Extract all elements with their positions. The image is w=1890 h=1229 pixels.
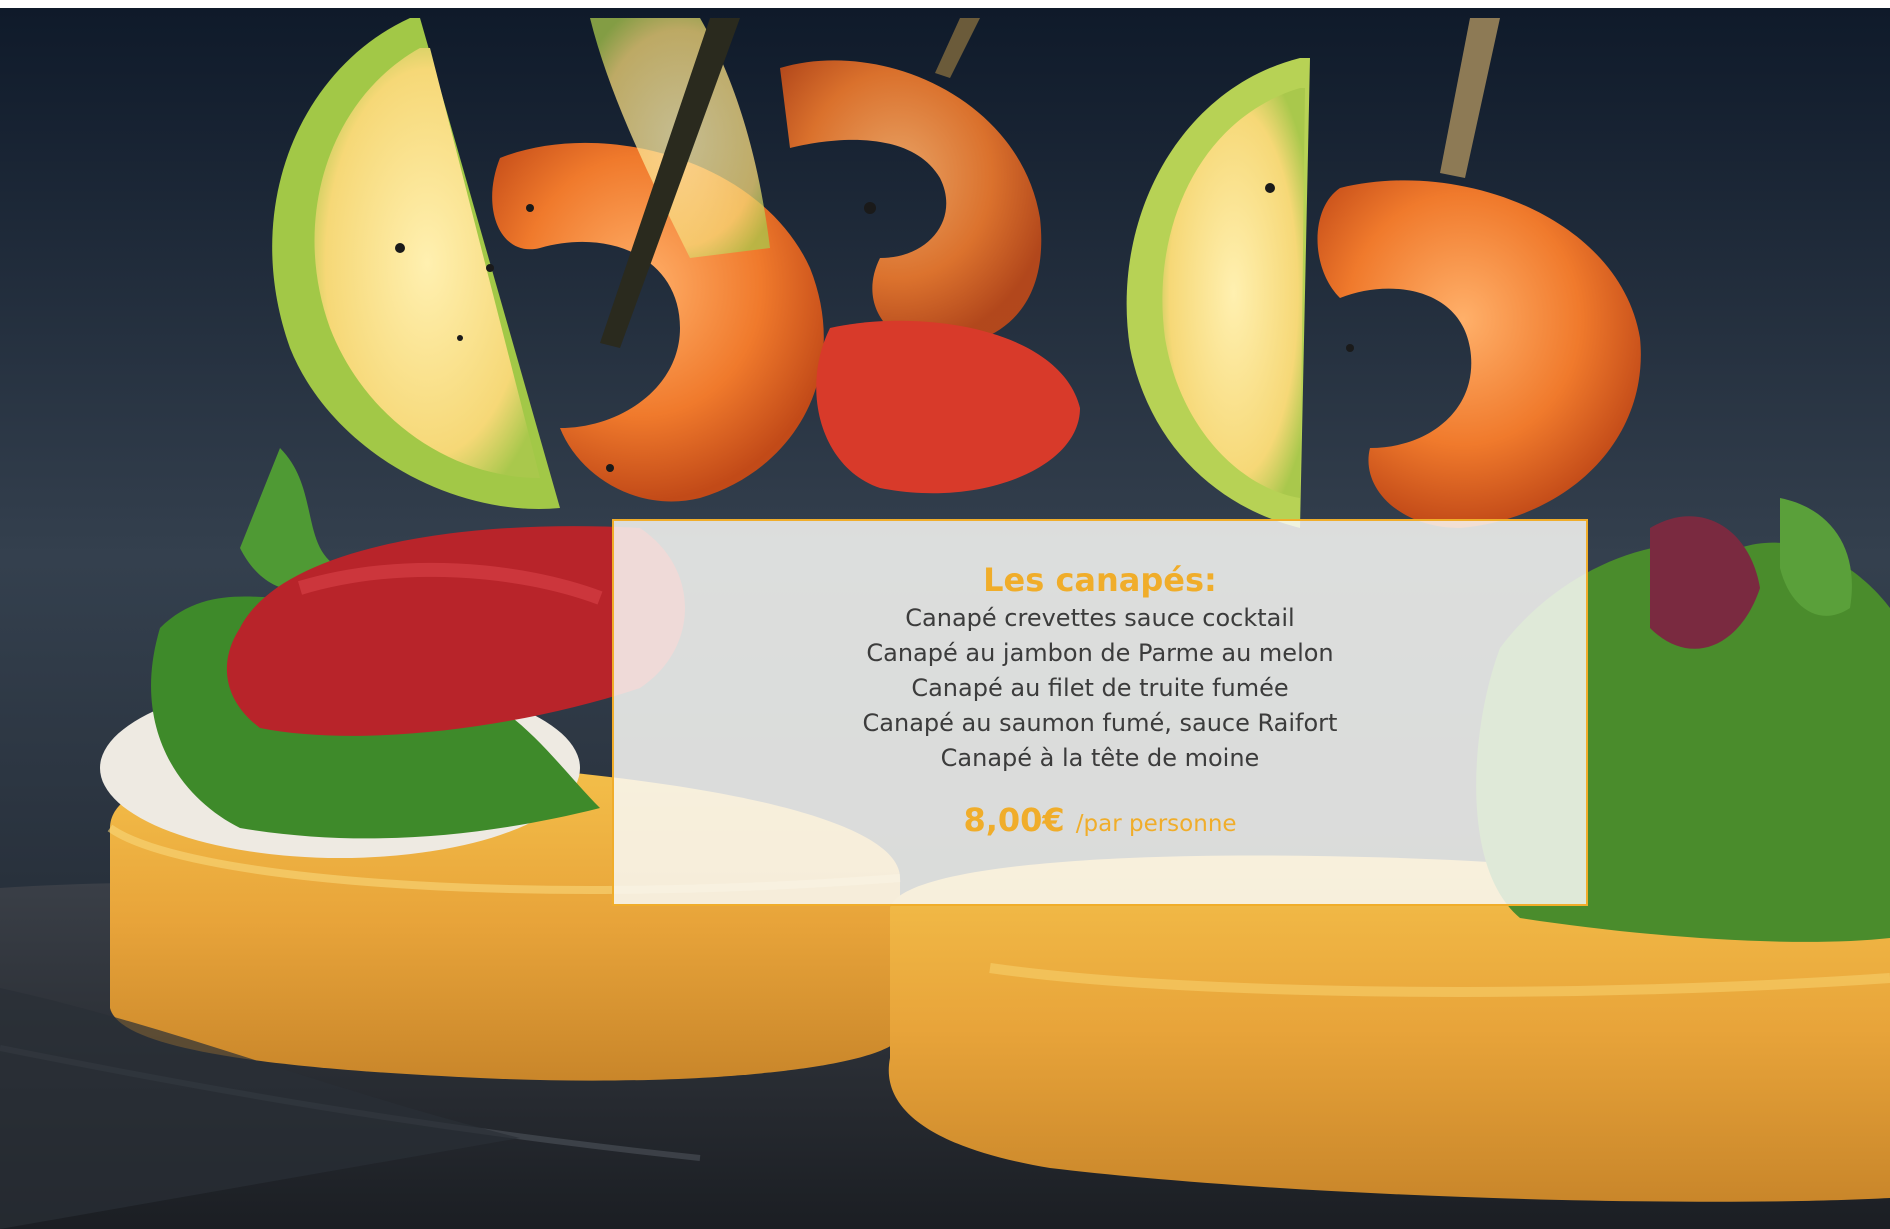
menu-item: Canapé au jambon de Parme au melon [866, 639, 1334, 667]
menu-item: Canapé à la tête de moine [940, 744, 1260, 772]
price-unit: /par personne [1075, 811, 1237, 837]
price-line: 8,00€ /par personne [614, 800, 1586, 846]
menu-item: Canapé crevettes sauce cocktail [905, 604, 1295, 632]
menu-item: Canapé au saumon fumé, sauce Raifort [862, 709, 1338, 737]
menu-title: Les canapés: [983, 561, 1217, 599]
menu-item: Canapé au filet de truite fumée [911, 674, 1289, 702]
menu-item-list: Canapé crevettes sauce cocktail Canapé a… [614, 601, 1586, 776]
price-value: 8,00€ [963, 801, 1065, 839]
menu-card: Les canapés: Canapé crevettes sauce cock… [612, 519, 1588, 906]
